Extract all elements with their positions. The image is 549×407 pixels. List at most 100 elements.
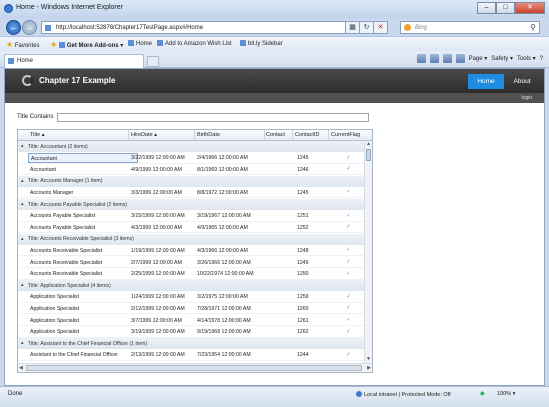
current-flag-checkbox[interactable]: ✓ (345, 317, 352, 324)
collapse-toggle-icon[interactable]: ▴ (21, 178, 24, 184)
security-zone[interactable]: Local intranet | Protected Mode: Off (356, 391, 451, 398)
cell-title: Accountant (28, 152, 138, 163)
page-menu[interactable]: Page ▾ (469, 55, 488, 62)
minimize-button[interactable]: – (477, 2, 496, 14)
maximize-button[interactable]: □ (496, 2, 515, 14)
vertical-scrollbar[interactable]: ▲ ▼ (364, 141, 372, 363)
collapse-toggle-icon[interactable]: ▴ (21, 236, 24, 242)
column-header-birthdate[interactable]: BirthDate (197, 132, 220, 138)
tab-home[interactable]: Home (4, 54, 144, 68)
column-header-currentflag[interactable]: CurrentFlag (331, 132, 360, 138)
column-header-contactid[interactable]: ContactID (295, 132, 319, 138)
collapse-toggle-icon[interactable]: ▴ (21, 201, 24, 207)
collapse-toggle-icon[interactable]: ▴ (21, 340, 24, 346)
column-divider[interactable] (128, 130, 129, 141)
table-row[interactable]: Accounts Payable Specialist 4/3/1999 12:0… (18, 222, 364, 234)
table-row[interactable]: Accounts Manager 3/3/1999 12:00:00 AM 8/8/… (18, 187, 364, 199)
current-flag-checkbox[interactable]: ✓ (345, 189, 352, 196)
refresh-button[interactable]: ↻ (360, 21, 374, 34)
protected-mode-icon[interactable]: ◆ (480, 390, 485, 397)
column-divider[interactable] (194, 130, 195, 141)
table-row[interactable]: Accountant 3/22/1999 12:00:00 AM 2/4/1966 … (18, 152, 364, 164)
horizontal-scrollbar[interactable]: ◀ ▶ (18, 363, 372, 372)
current-flag-checkbox[interactable]: ✓ (345, 155, 352, 162)
table-row[interactable]: Accounts Payable Specialist 3/15/1999 12:… (18, 211, 364, 222)
scroll-up-icon[interactable]: ▲ (365, 141, 372, 148)
favorites-button[interactable]: ★ Favorites (6, 40, 40, 49)
scroll-thumb[interactable] (366, 149, 371, 161)
current-flag-checkbox[interactable]: ✓ (345, 224, 352, 231)
column-header-title[interactable]: Title ▴ (30, 132, 44, 138)
zoom-level[interactable]: 100% ▾ (497, 391, 515, 397)
scroll-right-icon[interactable]: ▶ (367, 365, 371, 371)
status-bar: Done Local intranet | Protected Mode: Of… (0, 386, 549, 407)
close-button[interactable]: ✕ (515, 2, 545, 14)
group-header-label: Title: Accountant (2 items) (28, 143, 88, 150)
current-flag-checkbox[interactable]: ✓ (345, 329, 352, 336)
group-header-row[interactable]: ▴ Title: Accounts Payable Specialist (2 i… (18, 199, 364, 210)
favorite-item-home[interactable]: Home (128, 40, 152, 47)
column-divider[interactable] (328, 130, 329, 141)
compat-view-button[interactable]: ▦ (346, 21, 360, 34)
current-flag-checkbox[interactable]: ✓ (345, 166, 352, 173)
favorite-item-addons[interactable]: ★ Get More Add-ons ▾ (50, 40, 123, 49)
address-url[interactable]: http://localhost:52878/Chapter17TestPage… (56, 25, 203, 31)
group-header-row[interactable]: ▴ Title: Assistant to the Chief Financial… (18, 338, 364, 350)
column-divider[interactable] (292, 130, 293, 141)
address-bar[interactable]: http://localhost:52878/Chapter17TestPage… (41, 21, 346, 34)
tools-menu[interactable]: Tools ▾ (517, 55, 536, 62)
table-row[interactable]: Application Specialist 3/7/1999 12:00:00 … (18, 315, 364, 326)
favorite-item-amazon[interactable]: Add to Amazon Wish List (157, 40, 232, 47)
horizontal-scroll-thumb[interactable] (26, 365, 362, 371)
table-row[interactable]: Application Specialist 2/12/1999 12:00:00… (18, 303, 364, 315)
current-flag-checkbox[interactable]: ✓ (345, 294, 352, 301)
current-flag-checkbox[interactable]: ✓ (345, 352, 352, 359)
current-flag-checkbox[interactable]: ✓ (345, 247, 352, 254)
favorites-bar: ★ Favorites ★ Get More Add-ons ▾ Home Ad… (0, 36, 549, 51)
scroll-down-icon[interactable]: ▼ (365, 356, 372, 363)
search-box[interactable]: Bing ⚲ (400, 21, 540, 34)
collapse-toggle-icon[interactable]: ▴ (21, 282, 24, 288)
back-button[interactable]: ← (6, 20, 21, 35)
group-header-row[interactable]: ▴ Title: Application Specialist (4 items) (18, 280, 364, 292)
table-row[interactable]: Accounts Receivable Specialist 1/19/1999 … (18, 245, 364, 257)
search-icon[interactable]: ⚲ (530, 23, 536, 32)
title-filter-input[interactable] (57, 113, 369, 122)
table-row[interactable]: Accounts Receivable Specialist 2/25/1999 … (18, 269, 364, 280)
page-icon (45, 25, 51, 31)
table-row[interactable]: Accountant 4/9/1999 12:00:00 AM 8/1/1969 1… (18, 164, 364, 176)
collapse-toggle-icon[interactable]: ▴ (21, 143, 24, 149)
current-flag-checkbox[interactable]: ✓ (345, 271, 352, 278)
nav-home-link[interactable]: Home (468, 74, 504, 89)
favorite-item-bitly[interactable]: bit.ly Sidebar (240, 40, 283, 47)
login-link[interactable]: login (521, 95, 532, 101)
column-header-hiredate[interactable]: HireDate ▴ (131, 132, 157, 138)
group-header-row[interactable]: ▴ Title: Accounts Receivable Specialist (… (18, 233, 364, 245)
home-icon[interactable] (416, 54, 426, 63)
nav-about-link[interactable]: About (504, 74, 540, 89)
window-title: Home - Windows Internet Explorer (16, 4, 123, 11)
help-menu[interactable]: ? (540, 56, 543, 62)
feeds-icon[interactable] (429, 54, 439, 63)
table-row[interactable]: Application Specialist 3/19/1999 12:00:00… (18, 327, 364, 338)
mail-icon[interactable] (442, 54, 452, 63)
scroll-left-icon[interactable]: ◀ (19, 365, 23, 371)
table-row[interactable]: Assistant to the Chief Financial Officer… (18, 350, 364, 361)
print-icon[interactable] (455, 54, 465, 63)
table-row[interactable]: Application Specialist 1/24/1999 12:00:00… (18, 292, 364, 303)
current-flag-checkbox[interactable]: ✓ (345, 259, 352, 266)
group-header-row[interactable]: ▴ Title: Accounts Manager (1 item) (18, 175, 364, 187)
group-header-row[interactable]: ▴ Title: Accountant (2 items) (18, 141, 364, 152)
new-tab-button[interactable] (147, 56, 159, 67)
favorite-item-label: Get More Add-ons ▾ (66, 43, 124, 49)
safety-menu[interactable]: Safety ▾ (491, 55, 513, 62)
forward-button[interactable]: → (22, 20, 37, 35)
table-row[interactable]: Accounts Receivable Specialist 2/7/1999 1… (18, 257, 364, 268)
current-flag-checkbox[interactable]: ✓ (345, 305, 352, 312)
cell-title: Accounts Payable Specialist (30, 213, 96, 220)
stop-button[interactable]: ✕ (374, 21, 388, 34)
current-flag-checkbox[interactable]: ✓ (345, 213, 352, 220)
column-divider[interactable] (264, 130, 265, 141)
security-zone-label: Local intranet | Protected Mode: Off (364, 392, 451, 398)
column-header-contact[interactable]: Contact (266, 132, 285, 138)
